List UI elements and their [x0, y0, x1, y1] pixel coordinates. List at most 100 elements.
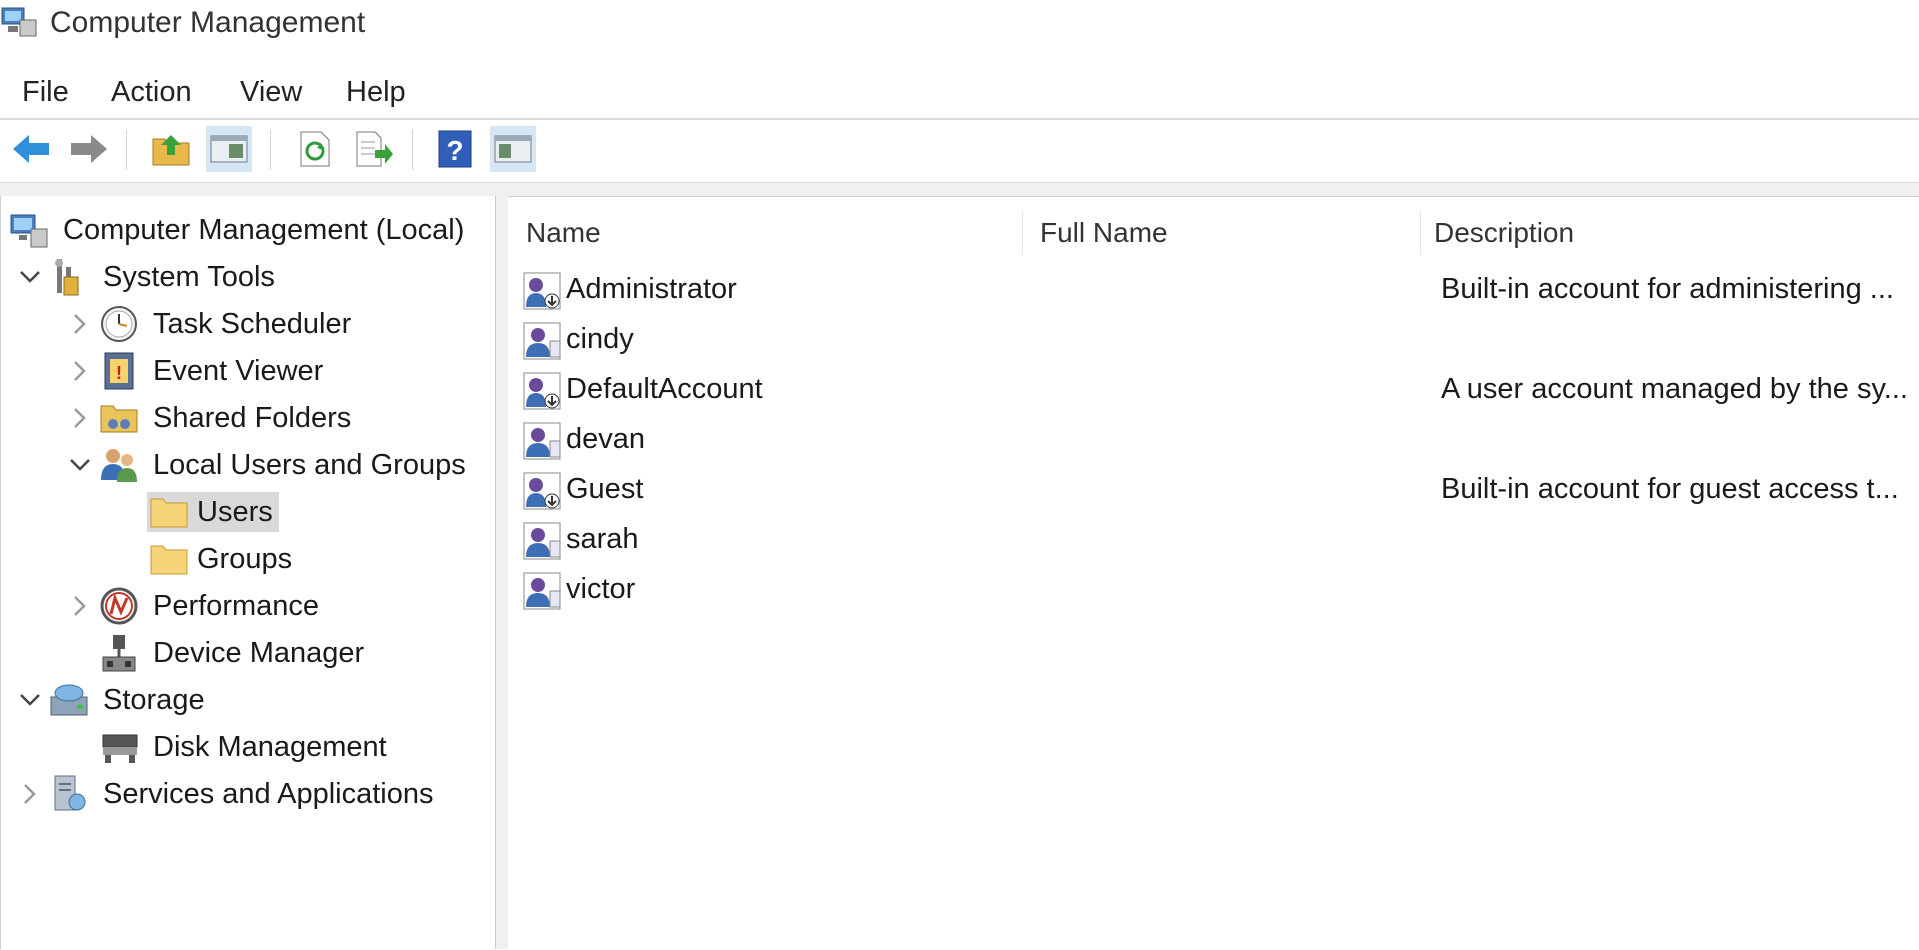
- chevron-down-icon[interactable]: [13, 270, 47, 284]
- user-row-devan[interactable]: devan: [516, 417, 1916, 465]
- pane-splitter[interactable]: [495, 196, 509, 949]
- column-header-description[interactable]: Description: [1434, 217, 1574, 249]
- disk-management-icon: [97, 727, 141, 767]
- user-name: Administrator: [566, 273, 737, 305]
- performance-icon: [97, 586, 141, 626]
- tree-label: Computer Management (Local): [63, 213, 465, 246]
- user-icon: [523, 422, 561, 460]
- menu-help[interactable]: Help: [346, 76, 406, 109]
- chevron-right-icon[interactable]: [63, 360, 97, 382]
- folder-icon: [147, 492, 191, 532]
- users-group-icon: [97, 445, 141, 485]
- computer-management-app-icon: [1, 7, 37, 37]
- storage-icon: [47, 680, 91, 720]
- show-hide-console-tree-icon: [210, 135, 248, 163]
- disabled-user-icon: [523, 272, 561, 310]
- back-arrow-icon: [13, 135, 49, 163]
- tree-item-storage[interactable]: Storage: [13, 678, 211, 722]
- tree-item-shared-folders[interactable]: Shared Folders: [63, 396, 357, 440]
- chevron-right-icon[interactable]: [63, 595, 97, 617]
- tree-label: Shared Folders: [153, 401, 352, 434]
- clock-icon: [97, 304, 141, 344]
- menu-view[interactable]: View: [240, 76, 302, 109]
- tree-label: Local Users and Groups: [153, 448, 466, 481]
- tree-label: Disk Management: [153, 730, 387, 763]
- tree-label: Storage: [103, 683, 205, 716]
- chevron-down-icon[interactable]: [13, 693, 47, 707]
- tree-item-groups[interactable]: Groups: [147, 537, 298, 581]
- user-row-cindy[interactable]: cindy: [516, 317, 1916, 365]
- column-header-full-name[interactable]: Full Name: [1040, 217, 1168, 249]
- users-list-view: Name Full Name Description Administrator…: [508, 196, 1919, 950]
- shared-folder-icon: [97, 398, 141, 438]
- user-name: Guest: [566, 473, 644, 505]
- forward-button[interactable]: [66, 126, 112, 172]
- tree-label: Services and Applications: [103, 777, 434, 810]
- show-hide-action-pane-icon: [494, 135, 532, 163]
- tree-label: Task Scheduler: [153, 307, 352, 340]
- tree-item-task-scheduler[interactable]: Task Scheduler: [63, 302, 357, 346]
- export-list-icon: [356, 131, 393, 167]
- system-tools-icon: [47, 257, 91, 297]
- toolbar-separator: [270, 130, 271, 170]
- column-divider[interactable]: [1420, 211, 1421, 255]
- computer-management-icon: [7, 210, 51, 250]
- help-icon: ?: [438, 130, 472, 168]
- toolbar-separator: [126, 130, 127, 170]
- user-name: cindy: [566, 323, 634, 355]
- tree-item-device-manager[interactable]: Device Manager: [97, 631, 370, 675]
- user-row-victor[interactable]: victor: [516, 567, 1916, 615]
- disabled-user-icon: [523, 472, 561, 510]
- user-row-guest[interactable]: Guest Built-in account for guest access …: [516, 467, 1916, 515]
- menu-bar: File Action View Help: [0, 68, 1919, 118]
- user-description: A user account managed by the sy...: [1441, 373, 1908, 405]
- svg-text:!: !: [116, 363, 122, 383]
- help-button[interactable]: ?: [432, 126, 478, 172]
- user-name: devan: [566, 423, 646, 455]
- tree-item-services-and-applications[interactable]: Services and Applications: [13, 772, 439, 816]
- user-row-defaultaccount[interactable]: DefaultAccount A user account managed by…: [516, 367, 1916, 415]
- folder-icon: [147, 539, 191, 579]
- menu-action[interactable]: Action: [111, 76, 192, 109]
- tree-item-disk-management[interactable]: Disk Management: [97, 725, 393, 769]
- tree-item-users[interactable]: Users: [147, 490, 279, 534]
- column-header-name[interactable]: Name: [526, 217, 601, 249]
- tree-item-event-viewer[interactable]: ! Event Viewer: [63, 349, 329, 393]
- user-description: Built-in account for administering ...: [1441, 273, 1894, 305]
- disabled-user-icon: [523, 372, 561, 410]
- user-row-administrator[interactable]: Administrator Built-in account for admin…: [516, 267, 1916, 315]
- chevron-right-icon[interactable]: [63, 407, 97, 429]
- show-hide-action-pane-button[interactable]: [490, 126, 536, 172]
- tree-label: Groups: [197, 542, 293, 575]
- chevron-right-icon[interactable]: [63, 313, 97, 335]
- chevron-right-icon[interactable]: [13, 783, 47, 805]
- show-hide-console-tree-button[interactable]: [206, 126, 252, 172]
- tree-label: Users: [197, 495, 273, 528]
- tree-item-computer-management[interactable]: Computer Management (Local): [7, 208, 470, 252]
- user-icon: [523, 572, 561, 610]
- refresh-button[interactable]: [292, 126, 338, 172]
- event-viewer-icon: !: [97, 351, 141, 391]
- toolbar-separator: [412, 130, 413, 170]
- tree-item-performance[interactable]: Performance: [63, 584, 325, 628]
- chevron-down-icon[interactable]: [63, 458, 97, 472]
- user-row-sarah[interactable]: sarah: [516, 517, 1916, 565]
- column-divider[interactable]: [1022, 211, 1023, 255]
- console-tree: Computer Management (Local) System Tools…: [0, 196, 496, 949]
- device-manager-icon: [97, 633, 141, 673]
- back-button[interactable]: [8, 126, 54, 172]
- forward-arrow-icon: [71, 135, 107, 163]
- menu-file[interactable]: File: [22, 76, 69, 109]
- svg-text:?: ?: [446, 135, 463, 166]
- window-title: Computer Management: [50, 6, 366, 39]
- tree-item-system-tools[interactable]: System Tools: [13, 255, 281, 299]
- user-icon: [523, 322, 561, 360]
- tree-item-local-users-and-groups[interactable]: Local Users and Groups: [63, 443, 472, 487]
- tree-label: System Tools: [103, 260, 275, 293]
- export-list-button[interactable]: [350, 126, 396, 172]
- tree-label: Event Viewer: [153, 354, 324, 387]
- user-name: victor: [566, 573, 636, 605]
- user-description: Built-in account for guest access t...: [1441, 473, 1899, 505]
- up-one-level-button[interactable]: [148, 126, 194, 172]
- tree-label: Device Manager: [153, 636, 365, 669]
